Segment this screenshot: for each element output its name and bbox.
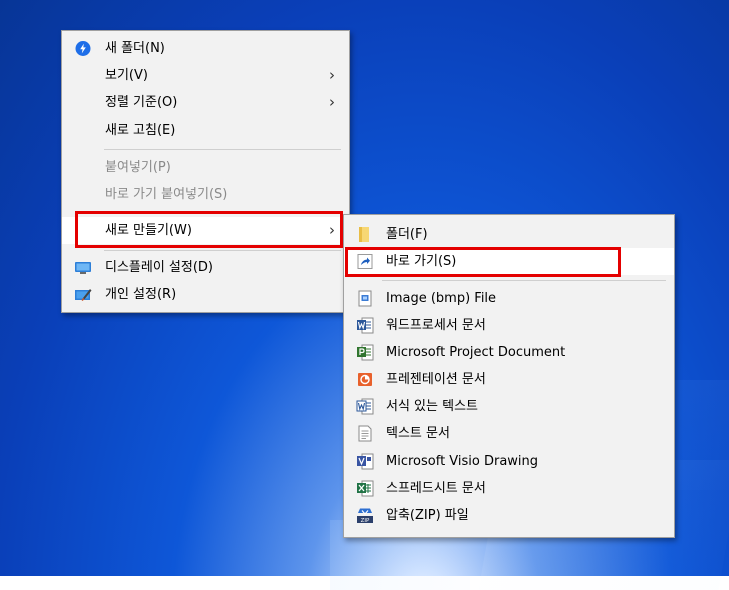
submenu-item-presentation[interactable]: 프레젠테이션 문서 xyxy=(344,366,674,393)
menu-item-view[interactable]: 보기(V) › xyxy=(62,62,349,89)
submenu-item-shortcut[interactable]: 바로 가기(S) xyxy=(344,248,674,275)
submenu-item-label: 서식 있는 텍스트 xyxy=(386,399,478,414)
submenu-item-bmp-image[interactable]: Image (bmp) File xyxy=(344,285,674,312)
chevron-right-icon: › xyxy=(329,66,335,84)
text-document-icon xyxy=(356,425,374,442)
new-submenu: 폴더(F) 바로 가기(S) Image (bmp) File 워드프로세서 문… xyxy=(343,214,675,538)
submenu-item-label: 스프레드시트 문서 xyxy=(386,481,486,496)
submenu-item-label: Microsoft Project Document xyxy=(386,345,566,360)
menu-item-label: 새 폴더(N) xyxy=(105,41,165,56)
rich-text-icon xyxy=(356,398,374,415)
menu-item-label: 보기(V) xyxy=(105,68,148,83)
menu-item-personalize[interactable]: 개인 설정(R) xyxy=(62,281,349,308)
submenu-item-label: 폴더(F) xyxy=(386,227,428,242)
powerpoint-document-icon xyxy=(356,371,374,388)
visio-drawing-icon xyxy=(356,453,374,470)
chevron-right-icon: › xyxy=(329,221,335,239)
menu-item-refresh[interactable]: 새로 고침(E) xyxy=(62,117,349,144)
shortcut-icon xyxy=(356,253,374,270)
new-folder-icon xyxy=(74,40,92,57)
excel-spreadsheet-icon xyxy=(356,480,374,497)
menu-item-label: 바로 가기 붙여넣기(S) xyxy=(105,187,228,202)
submenu-item-project-document[interactable]: Microsoft Project Document xyxy=(344,339,674,366)
menu-item-display-settings[interactable]: 디스플레이 설정(D) xyxy=(62,254,349,281)
menu-item-paste-shortcut[interactable]: 바로 가기 붙여넣기(S) xyxy=(62,181,349,208)
desktop-context-menu: 새 폴더(N) 보기(V) › 정렬 기준(O) › 새로 고침(E) 붙여넣기… xyxy=(61,30,350,313)
menu-item-new-folder[interactable]: 새 폴더(N) xyxy=(62,35,349,62)
submenu-item-label: 텍스트 문서 xyxy=(386,426,450,441)
submenu-item-label: 워드프로세서 문서 xyxy=(386,318,486,333)
menu-item-paste[interactable]: 붙여넣기(P) xyxy=(62,154,349,181)
submenu-item-rich-text[interactable]: 서식 있는 텍스트 xyxy=(344,393,674,420)
menu-separator xyxy=(382,280,666,281)
submenu-item-label: 압축(ZIP) 파일 xyxy=(386,508,469,523)
bmp-file-icon xyxy=(356,290,374,307)
submenu-item-label: Microsoft Visio Drawing xyxy=(386,454,539,469)
submenu-item-zip-file[interactable]: ZIP 압축(ZIP) 파일 xyxy=(344,502,674,529)
menu-item-new[interactable]: 새로 만들기(W) › xyxy=(62,217,349,244)
menu-item-label: 새로 고침(E) xyxy=(105,123,176,138)
menu-separator xyxy=(104,149,341,150)
menu-item-label: 붙여넣기(P) xyxy=(105,160,171,175)
menu-item-label: 새로 만들기(W) xyxy=(105,223,192,238)
submenu-item-visio-drawing[interactable]: Microsoft Visio Drawing xyxy=(344,448,674,475)
chevron-right-icon: › xyxy=(329,93,335,111)
word-document-icon xyxy=(356,317,374,334)
display-settings-icon xyxy=(74,259,92,276)
submenu-item-label: 프레젠테이션 문서 xyxy=(386,372,486,387)
menu-item-label: 개인 설정(R) xyxy=(105,287,177,302)
submenu-item-word-document[interactable]: 워드프로세서 문서 xyxy=(344,312,674,339)
personalize-icon xyxy=(74,286,92,303)
menu-separator xyxy=(104,212,341,213)
submenu-item-folder[interactable]: 폴더(F) xyxy=(344,221,674,248)
project-document-icon xyxy=(356,344,374,361)
submenu-item-spreadsheet[interactable]: 스프레드시트 문서 xyxy=(344,475,674,502)
menu-item-sort-by[interactable]: 정렬 기준(O) › xyxy=(62,89,349,116)
submenu-item-label: 바로 가기(S) xyxy=(386,254,457,269)
menu-separator xyxy=(104,250,341,251)
submenu-item-label: Image (bmp) File xyxy=(386,291,497,306)
svg-text:ZIP: ZIP xyxy=(361,518,370,524)
submenu-item-text-document[interactable]: 텍스트 문서 xyxy=(344,420,674,447)
menu-item-label: 정렬 기준(O) xyxy=(105,95,178,110)
zip-file-icon: ZIP xyxy=(356,507,374,524)
menu-item-label: 디스플레이 설정(D) xyxy=(105,260,214,275)
folder-icon xyxy=(356,226,374,243)
